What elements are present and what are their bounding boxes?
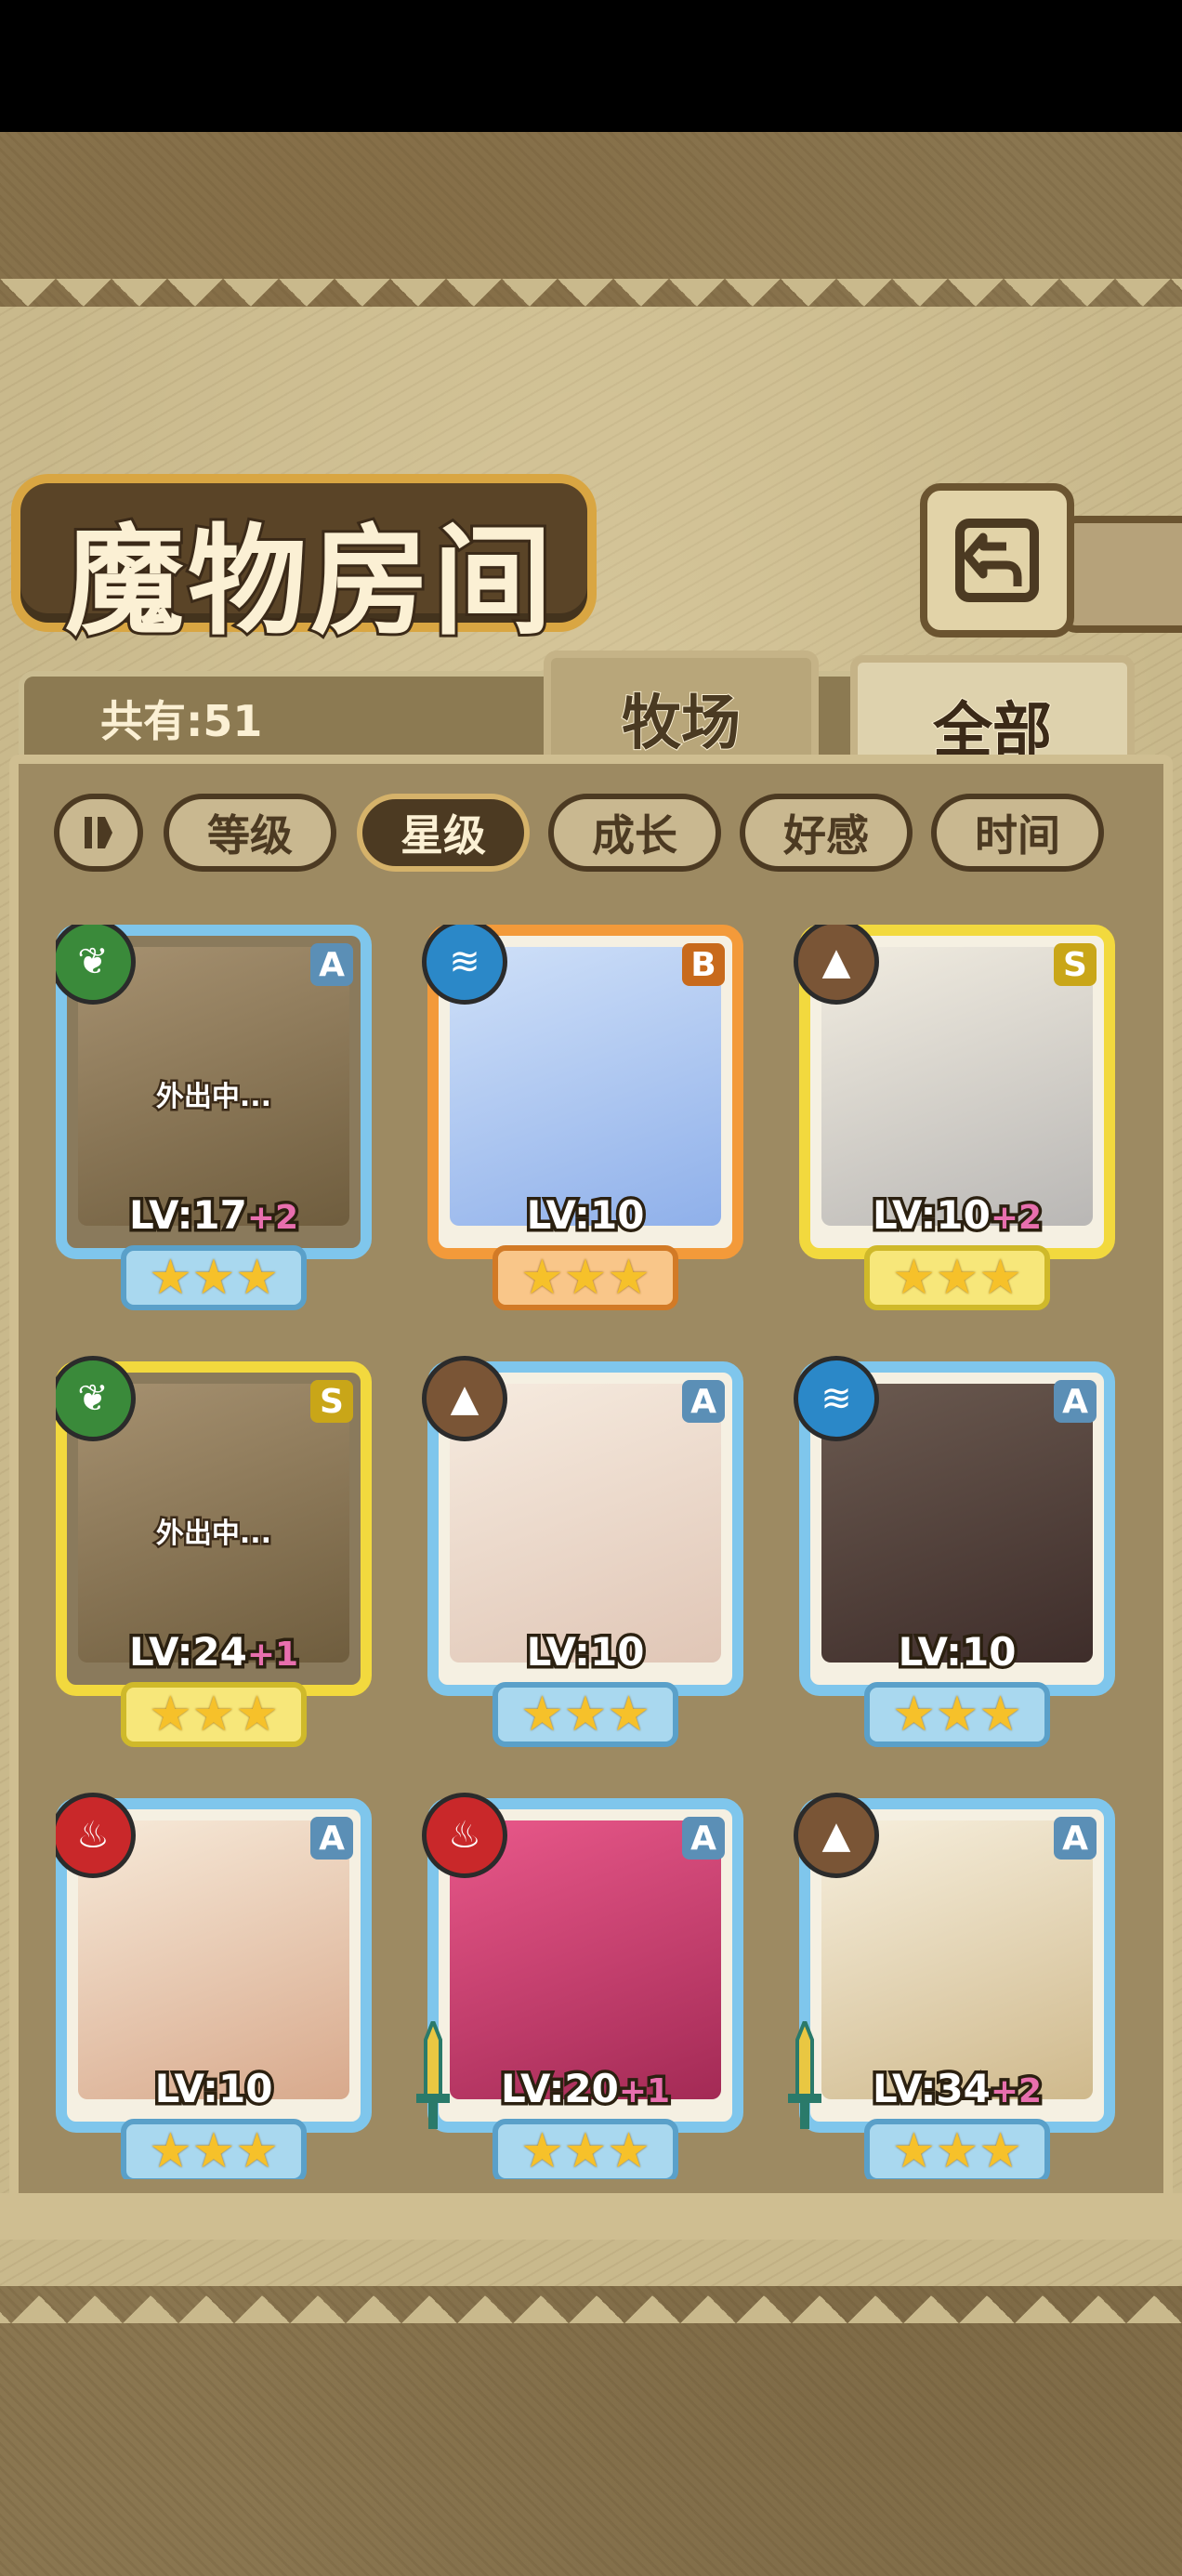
monster-card[interactable]: B ≋ LV:10 ★★★ (422, 925, 743, 1324)
back-button-tab (1059, 516, 1182, 633)
level-label: LV:10 (56, 2063, 372, 2115)
rank-badge: A (682, 1380, 725, 1423)
monster-card[interactable]: S ❦ 外出中... LV:24+1 ★★★ (56, 1356, 372, 1761)
level-label: LV:10 (427, 1626, 743, 1678)
frame-bottom-strip (0, 2193, 1182, 2240)
monster-card[interactable]: A ▲ LV:34+2 ★★★ (788, 1793, 1115, 2179)
away-status: 外出中... (153, 1079, 273, 1116)
sort-order-toggle-button[interactable] (54, 794, 143, 872)
star-rating: ★★★ (492, 2119, 678, 2179)
star-rating: ★★★ (492, 1245, 678, 1310)
level-label: LV:20+1 (427, 2063, 743, 2115)
sort-affection-button[interactable]: 好感 (740, 794, 913, 872)
star-rating: ★★★ (864, 1245, 1050, 1310)
level-label: LV:10 (427, 1189, 743, 1242)
back-button[interactable] (920, 483, 1074, 637)
earth-element-icon: ▲ (422, 1356, 507, 1441)
rank-badge: S (1054, 943, 1097, 986)
page-title: 魔物房间 (62, 509, 557, 654)
rank-badge: A (682, 1817, 725, 1860)
level-value: LV:10 (895, 1626, 1019, 1678)
tab-label: 牧场 (621, 689, 742, 759)
sort-order-icon (85, 817, 112, 848)
sort-growth-button[interactable]: 成长 (548, 794, 721, 872)
star-rating: ★★★ (864, 2119, 1050, 2179)
monster-card[interactable]: A ❦ 外出中... LV:17+2 ★★★ (56, 925, 372, 1324)
level-value: LV:20 (497, 2063, 622, 2115)
sort-level-button[interactable]: 等级 (164, 794, 336, 872)
star-rating: ★★★ (492, 1682, 678, 1747)
level-value: LV:17 (125, 1189, 250, 1242)
monster-card[interactable]: A ≋ LV:10 ★★★ (794, 1356, 1115, 1761)
monster-card[interactable]: A ♨ LV:10 ★★★ (56, 1793, 372, 2179)
sort-stars-button[interactable]: 星级 (357, 794, 530, 872)
zigzag-border-bottom (0, 2267, 1182, 2323)
away-status: 外出中... (153, 1516, 273, 1553)
zigzag-border-top (0, 279, 1182, 335)
water-element-icon: ≋ (794, 1356, 879, 1441)
level-bonus: +2 (987, 1196, 1044, 1241)
monster-card[interactable]: S ▲ LV:10+2 ★★★ (794, 925, 1115, 1324)
level-value: LV:10 (523, 1626, 648, 1678)
level-label: LV:34+2 (799, 2063, 1115, 2115)
rank-badge: A (1054, 1817, 1097, 1860)
level-value: LV:34 (869, 2063, 993, 2115)
star-rating: ★★★ (121, 1682, 307, 1747)
level-value: LV:10 (151, 2063, 276, 2115)
rank-badge: A (310, 943, 353, 986)
monster-count: 共有:51 (100, 696, 263, 746)
star-rating: ★★★ (864, 1682, 1050, 1747)
monster-card[interactable]: A ▲ LV:10 ★★★ (422, 1356, 743, 1761)
rank-badge: A (1054, 1380, 1097, 1423)
rank-badge: A (310, 1817, 353, 1860)
star-rating: ★★★ (121, 2119, 307, 2179)
level-value: LV:10 (523, 1189, 648, 1242)
level-bonus: +2 (987, 2070, 1044, 2114)
back-arrow-icon (955, 519, 1039, 602)
level-value: LV:10 (869, 1189, 993, 1242)
level-bonus: +1 (243, 1633, 301, 1677)
level-label: LV:10+2 (799, 1189, 1115, 1242)
sort-time-button[interactable]: 时间 (931, 794, 1104, 872)
level-value: LV:24 (125, 1626, 250, 1678)
monster-card[interactable]: A ♨ LV:20+1 ★★★ (416, 1793, 743, 2179)
earth-element-icon: ▲ (794, 1793, 879, 1878)
fire-element-icon: ♨ (422, 1793, 507, 1878)
level-bonus: +2 (243, 1196, 301, 1241)
level-label: LV:24+1 (56, 1626, 372, 1678)
monster-grid: A ❦ 外出中... LV:17+2 ★★★ B ≋ LV:10 ★★★ S ▲… (56, 925, 1134, 2179)
level-label: LV:10 (799, 1626, 1115, 1678)
level-bonus: +1 (615, 2070, 673, 2114)
level-label: LV:17+2 (56, 1189, 372, 1242)
rank-badge: B (682, 943, 725, 986)
rank-badge: S (310, 1380, 353, 1423)
star-rating: ★★★ (121, 1245, 307, 1310)
